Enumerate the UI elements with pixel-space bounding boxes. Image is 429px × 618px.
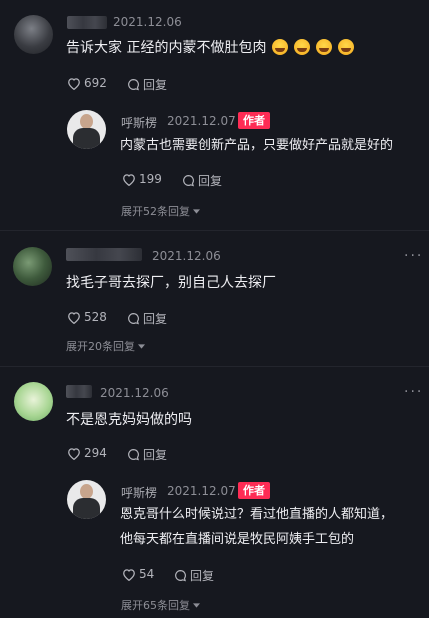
like-count: 692	[84, 76, 107, 90]
reply-button[interactable]: 回复	[127, 76, 167, 93]
comment-date: 2021.12.07	[167, 484, 236, 498]
like-count: 199	[139, 172, 162, 186]
comment-text: 告诉大家 正经的内蒙不做肚包肉	[66, 35, 355, 61]
laughing-emoji-icon	[272, 39, 289, 55]
heart-icon	[123, 173, 135, 186]
more-options-button[interactable]: ···	[404, 248, 423, 264]
comment-date: 2021.12.06	[113, 15, 182, 29]
reply-button[interactable]: 回复	[127, 310, 167, 327]
comment-text: 找毛子哥去探厂，别自己人去探厂	[66, 275, 276, 291]
like-button[interactable]: 528	[67, 310, 107, 324]
expand-replies-button[interactable]: 展开20条回复	[66, 338, 145, 354]
chat-bubble-icon	[128, 79, 139, 91]
laughing-emoji-icon	[316, 39, 333, 55]
reply-button[interactable]: 回复	[182, 172, 222, 189]
heart-icon	[68, 77, 80, 90]
chat-bubble-icon	[128, 313, 139, 325]
comment-date: 2021.12.06	[152, 249, 221, 263]
like-button[interactable]: 692	[67, 76, 107, 90]
comment-date: 2021.12.07	[167, 114, 236, 128]
expand-replies-button[interactable]: 展开65条回复	[121, 597, 200, 613]
username-blurred[interactable]	[66, 248, 142, 261]
comment-text-content: 告诉大家 正经的内蒙不做肚包肉	[66, 40, 267, 56]
laughing-emoji-icon	[338, 39, 355, 55]
expand-replies-button[interactable]: 展开52条回复	[121, 203, 200, 219]
comment-date: 2021.12.06	[100, 386, 169, 400]
author-badge: 作者	[238, 482, 270, 499]
expand-replies-label: 展开20条回复	[66, 340, 135, 353]
reply-label: 回复	[198, 174, 223, 188]
like-count: 528	[84, 310, 107, 324]
user-avatar[interactable]	[14, 382, 53, 421]
author-avatar[interactable]	[67, 480, 106, 519]
like-button[interactable]: 294	[67, 446, 107, 460]
author-name[interactable]: 呼斯楞	[121, 484, 157, 501]
heart-icon	[68, 311, 80, 324]
caret-down-icon	[193, 208, 200, 214]
caret-down-icon	[193, 602, 200, 608]
like-button[interactable]: 199	[122, 172, 162, 186]
heart-icon	[68, 447, 80, 460]
chat-bubble-icon	[175, 570, 186, 582]
like-count: 54	[139, 567, 155, 581]
reply-label: 回复	[143, 312, 168, 326]
like-count: 294	[84, 446, 107, 460]
user-avatar[interactable]	[14, 15, 53, 54]
more-options-button[interactable]: ···	[404, 384, 423, 400]
username-blurred[interactable]	[66, 385, 92, 398]
comment-text: 内蒙古也需要创新产品，只要做好产品就是好的	[120, 138, 394, 153]
author-name[interactable]: 呼斯楞	[121, 114, 157, 131]
like-button[interactable]: 54	[122, 567, 154, 581]
reply-label: 回复	[143, 448, 168, 462]
divider	[0, 230, 429, 231]
chat-bubble-icon	[128, 449, 139, 461]
username-blurred[interactable]	[67, 16, 107, 29]
user-avatar[interactable]	[13, 247, 52, 286]
expand-replies-label: 展开65条回复	[121, 599, 190, 612]
comment-text: 不是恩克妈妈做的吗	[66, 412, 192, 428]
author-badge: 作者	[238, 112, 270, 129]
heart-icon	[123, 568, 135, 581]
chat-bubble-icon	[183, 175, 194, 187]
comment-text-line-1: 恩克哥什么时候说过？看过他直播的人都知道，	[120, 507, 394, 522]
reply-label: 回复	[143, 78, 168, 92]
reply-button[interactable]: 回复	[127, 446, 167, 463]
comment-text-line-2: 他每天都在直播间说是牧民阿姨手工包的	[120, 532, 355, 547]
divider	[0, 366, 429, 367]
caret-down-icon	[138, 343, 145, 349]
reply-button[interactable]: 回复	[174, 567, 214, 584]
author-avatar[interactable]	[67, 110, 106, 149]
reply-label: 回复	[190, 569, 215, 583]
expand-replies-label: 展开52条回复	[121, 205, 190, 218]
laughing-emoji-icon	[294, 39, 311, 55]
